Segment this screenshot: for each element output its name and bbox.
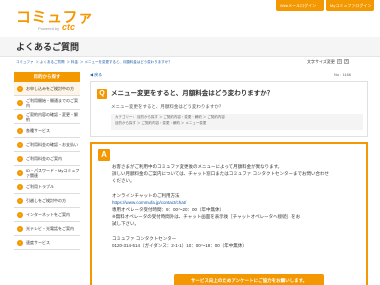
sidebar-item[interactable]: › ご利用料金の確認・お支払い [14,138,80,152]
sidebar-item[interactable]: › インターネットをご案内 [14,208,80,222]
page-title-bar: よくあるご質問 [0,37,380,57]
sidebar-heading: 目的から探す [14,72,80,82]
sidebar-item-label: ご利用開始・開通までのご案内 [26,97,78,108]
survey-banner[interactable]: サービス向上のためアンケートにご協力をお願いします。 [174,274,324,285]
sidebar-item-label: 各種サービス [26,128,50,133]
font-small-button[interactable]: 小 [337,59,343,65]
sidebar-item[interactable]: › ご利用トラブル [14,180,80,194]
font-size-label: 文字サイズ変更 [307,59,335,64]
category-line[interactable]: 目的から探す ＞ ご契約内容・変更・解約 ＞ メニュー変更 [111,120,363,126]
sidebar-item-label: 速度サービス [26,240,50,245]
chevron-right-icon: › [17,198,23,204]
answer-mark-badge: A [98,149,110,161]
font-large-button[interactable]: 大 [344,59,350,65]
sidebar-item-label: ID・パスワード・Myコミュファ関連 [26,167,80,178]
sidebar-item[interactable]: › 引越しをご検討中の方 [14,194,80,208]
answer-line: ※無料オペレータの受付時間外は、チャット画面を表示後［チャットオペレータへ接続］… [112,214,301,219]
sidebar-item-label: お申し込みをご検討中の方 [26,86,74,91]
sidebar-item[interactable]: › ID・パスワード・Myコミュファ関連 [14,166,80,180]
answer-line: 専用オペレータ受付時間：9：00〜20：00（年中無休） [112,207,225,212]
mypage-login-button[interactable]: Myコミュファログイン [326,0,374,11]
chat-usage-heading: オンラインチャットのご利用方法 [112,193,180,198]
chevron-right-icon: › [17,100,23,106]
chevron-right-icon: › [17,156,23,162]
sidebar: 目的から探す › お申し込みをご検討中の方 › ご利用開始・開通までのご案内 › ご契… [14,72,80,285]
logo-powered-by: Powered by [38,26,60,31]
breadcrumb-item[interactable]: ＞ よくあるご質問 [36,60,65,64]
chat-link[interactable]: https://www.commufa.jp/contact/chat/ [112,200,186,206]
answer-line: 試し下さい。 [112,221,139,226]
answer-line: お客さまがご利用中のコミュファ変更後のメニューによって月額料金が異なります。 [112,164,283,169]
sidebar-item[interactable]: › ご利用開始・開通までのご案内 [14,96,80,110]
answer-line: ください。 [112,178,135,183]
sidebar-item-label: ご契約内容の確認・変更・解約 [26,111,78,122]
sidebar-item[interactable]: › ご利用料金のご案内 [14,152,80,166]
logo-text: コミュファ [16,9,94,26]
breadcrumb-item[interactable]: ＞ 料金 [66,60,77,64]
sidebar-item-label: 光テレビ・光電話をご案内 [26,226,74,231]
chevron-right-icon: › [17,86,23,92]
chevron-right-icon: › [17,114,23,120]
sidebar-item[interactable]: › 速度サービス [14,236,80,250]
sidebar-item[interactable]: › 各種サービス [14,124,80,138]
question-restated: メニュー変更をすると、月額料金はどう変わりますか？ [111,104,224,109]
chevron-right-icon: › [17,170,23,176]
page-root: コミュファ Powered by ctc Webメールログイン Myコミュファロ… [0,0,380,285]
webmail-login-button[interactable]: Webメールログイン [276,0,324,11]
breadcrumb-current: ＞ メニューを変更すると、月額料金はどう変わりますか？ [79,60,172,64]
contact-center-heading: コミュファ コンタクトセンター [112,236,177,241]
sidebar-item[interactable]: › お申し込みをご検討中の方 [14,82,80,96]
page-title: よくあるご質問 [16,42,80,52]
question-box: Q メニュー変更をすると、月額料金はどう変わりますか？ メニュー変更をすると、月… [90,81,368,137]
sidebar-item[interactable]: › ご契約内容の確認・変更・解約 [14,110,80,124]
faq-number: No : 1166 [334,72,352,77]
chevron-right-icon: › [17,142,23,148]
font-size-control: 文字サイズ変更 小 大 [307,59,350,65]
contact-center-phone: 0120-314-514（ガイダンス：2-1-1）10：00〜18：00（年中無… [112,243,247,248]
question-categories: カテゴリー： 目的から探す ＞ ご契約内容・変更・解約 ＞ ご契約内容 目的から… [111,114,363,130]
sidebar-item[interactable]: › 光テレビ・光電話をご案内 [14,222,80,236]
answer-line: 詳しい月額料金のご案内については、チャット窓口またはコミュファ コンタクトセンタ… [112,171,329,176]
question-title: メニュー変更をすると、月額料金はどう変わりますか？ [111,90,274,97]
sidebar-item-label: ご利用トラブル [26,184,54,189]
commufa-logo[interactable]: コミュファ Powered by ctc [16,9,94,34]
chevron-right-icon: › [17,226,23,232]
faq-main: ◀ 戻る No : 1166 Q メニュー変更をすると、月額料金はどう変わります… [88,72,370,285]
chevron-right-icon: › [17,212,23,218]
breadcrumb: コミュファ＞ よくあるご質問＞ 料金＞ メニューを変更すると、月額料金はどう変わ… [16,59,186,65]
chevron-right-icon: › [17,240,23,246]
question-mark-badge: Q [97,89,107,99]
breadcrumb-item[interactable]: コミュファ [16,60,34,64]
sidebar-item-label: 引越しをご検討中の方 [26,198,66,203]
logo-brand: ctc [62,22,76,32]
sidebar-item-label: ご利用料金のご案内 [26,156,62,161]
back-link[interactable]: ◀ 戻る [90,72,102,78]
answer-box: A お客さまがご利用中のコミュファ変更後のメニューによって月額料金が異なります。… [90,142,368,285]
chevron-right-icon: › [17,128,23,134]
sidebar-item-label: ご利用料金の確認・お支払い [26,142,78,147]
site-header: コミュファ Powered by ctc Webメールログイン Myコミュファロ… [0,0,380,36]
sidebar-item-label: インターネットをご案内 [26,212,70,217]
chevron-right-icon: › [17,184,23,190]
